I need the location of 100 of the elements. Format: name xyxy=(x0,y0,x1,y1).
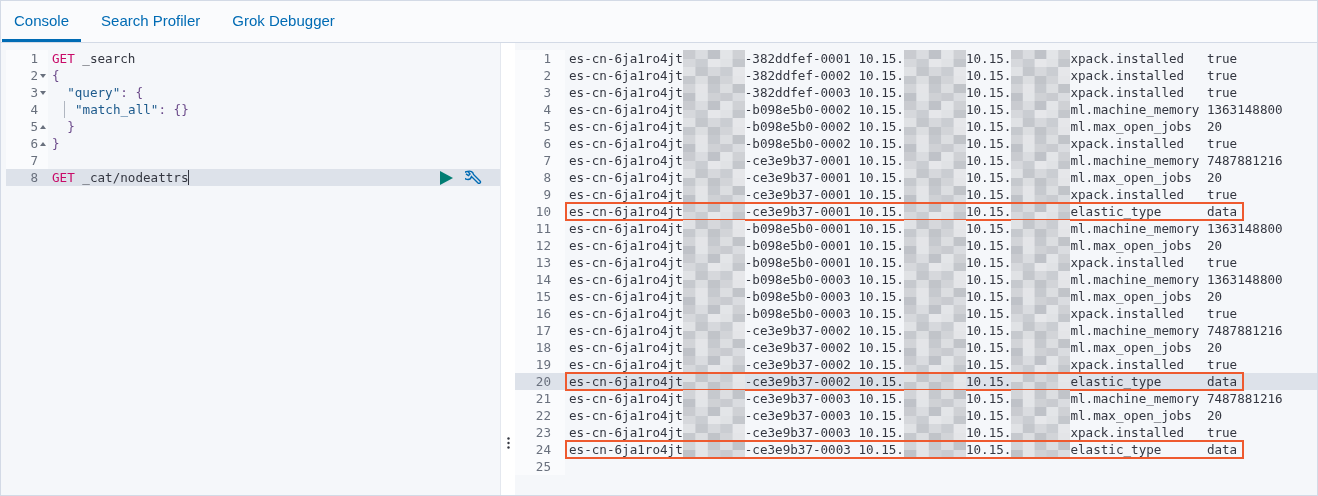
output-text: 10.15. xyxy=(965,119,1012,134)
output-text: ml.max_open_jobs xyxy=(1070,289,1193,304)
line-number: 4 xyxy=(29,102,38,117)
output-text: 10.15. xyxy=(858,442,904,457)
blurred-text-drawing xyxy=(682,50,745,67)
blurred-text-drawing xyxy=(1011,220,1071,237)
blurred-text-drawing xyxy=(682,84,745,101)
output-text: 20 xyxy=(1206,289,1223,304)
output-text: 10.15. xyxy=(965,68,1012,83)
output-text: 10.15. xyxy=(965,102,1012,117)
line-number: 17 xyxy=(535,323,551,338)
output-text: 7487881216 xyxy=(1206,323,1283,338)
output-text: -ce3e9b37-0003 xyxy=(744,442,852,457)
blurred-text-drawing xyxy=(1011,135,1071,152)
output-text: 10.15. xyxy=(858,170,904,185)
output-text: xpack.installed xyxy=(1070,51,1186,66)
output-text: 10.15. xyxy=(858,153,904,168)
output-text: 7487881216 xyxy=(1206,391,1283,406)
blurred-text-drawing xyxy=(903,84,966,101)
code-token: } xyxy=(52,136,60,151)
fold-caret-icon[interactable] xyxy=(39,71,47,80)
output-text: es-cn-6ja1ro4jt xyxy=(569,204,683,219)
output-text: es-cn-6ja1ro4jt xyxy=(569,136,683,151)
output-text: ml.machine_memory xyxy=(1070,323,1201,338)
line-number: 1 xyxy=(543,51,551,66)
output-text: xpack.installed xyxy=(1070,357,1186,372)
output-text: 1363148800 xyxy=(1206,221,1283,236)
output-text: es-cn-6ja1ro4jt xyxy=(569,374,683,389)
output-text: 10.15. xyxy=(858,187,904,202)
blurred-text-drawing xyxy=(903,152,966,169)
output-text: es-cn-6ja1ro4jt xyxy=(569,272,683,287)
output-text: es-cn-6ja1ro4jt xyxy=(569,255,683,270)
blurred-text-drawing xyxy=(1011,356,1071,373)
line-number: 4 xyxy=(543,102,551,117)
code-token: { xyxy=(52,68,60,83)
code-token: GET xyxy=(52,51,75,66)
output-text: ml.max_open_jobs xyxy=(1070,170,1193,185)
line-number: 18 xyxy=(535,340,551,355)
tab[interactable]: Search Profiler xyxy=(89,1,213,42)
line-number: 16 xyxy=(535,306,551,321)
blurred-text-drawing xyxy=(682,322,745,339)
line-number: 22 xyxy=(535,408,551,423)
blurred-text-drawing xyxy=(903,339,966,356)
resize-handle-icon[interactable] xyxy=(506,437,510,449)
tab[interactable]: Grok Debugger xyxy=(220,1,347,42)
run-icon[interactable] xyxy=(440,170,453,185)
blurred-text-drawing xyxy=(1011,407,1071,424)
blurred-text-drawing xyxy=(903,424,966,441)
blurred-text-drawing xyxy=(903,101,966,118)
blurred-text-drawing xyxy=(1011,441,1071,458)
blurred-text-drawing xyxy=(903,390,966,407)
output-text: ml.max_open_jobs xyxy=(1070,119,1193,134)
output-text: -b098e5b0-0003 xyxy=(744,306,852,321)
output-text: true xyxy=(1206,68,1238,83)
output-text: 10.15. xyxy=(965,136,1012,151)
blurred-text-drawing xyxy=(1011,305,1071,322)
output-text: 1363148800 xyxy=(1206,102,1283,117)
output-text: -ce3e9b37-0001 xyxy=(744,204,852,219)
line-number: 21 xyxy=(535,391,551,406)
output-text: 10.15. xyxy=(965,187,1012,202)
blurred-text-drawing xyxy=(903,135,966,152)
blurred-text-drawing xyxy=(903,407,966,424)
blurred-text-drawing xyxy=(682,220,745,237)
line-number: 11 xyxy=(535,221,551,236)
blurred-text-drawing xyxy=(1011,271,1071,288)
line-number: 7 xyxy=(543,153,551,168)
blurred-text-drawing xyxy=(903,186,966,203)
text-cursor xyxy=(188,170,190,185)
blurred-text-drawing xyxy=(682,67,745,84)
blurred-text-drawing xyxy=(903,322,966,339)
output-text: es-cn-6ja1ro4jt xyxy=(569,102,683,117)
line-number: 8 xyxy=(29,170,38,185)
blurred-text-drawing xyxy=(682,271,745,288)
blurred-text-drawing xyxy=(903,441,966,458)
blurred-text-drawing xyxy=(1011,390,1071,407)
output-text: es-cn-6ja1ro4jt xyxy=(569,289,683,304)
output-text: 10.15. xyxy=(858,357,904,372)
output-text: es-cn-6ja1ro4jt xyxy=(569,323,683,338)
output-text: -b098e5b0-0002 xyxy=(744,119,852,134)
output-text: es-cn-6ja1ro4jt xyxy=(569,187,683,202)
code-token: : {} xyxy=(158,102,189,117)
blurred-text-drawing xyxy=(1011,152,1071,169)
output-text: ml.machine_memory xyxy=(1070,102,1201,117)
output-text: 10.15. xyxy=(965,306,1012,321)
output-text: 10.15. xyxy=(858,51,904,66)
blurred-text-drawing xyxy=(682,424,745,441)
fold-caret-icon[interactable] xyxy=(39,88,47,97)
output-text: true xyxy=(1206,306,1238,321)
output-text: 20 xyxy=(1206,238,1223,253)
blurred-text-drawing xyxy=(903,356,966,373)
output-text: 10.15. xyxy=(965,289,1012,304)
output-text: 10.15. xyxy=(858,204,904,219)
wrench-icon[interactable] xyxy=(465,169,482,186)
blurred-text-drawing xyxy=(1011,67,1071,84)
output-text: 20 xyxy=(1206,170,1223,185)
blurred-text-drawing xyxy=(1011,186,1071,203)
line-number: 10 xyxy=(535,204,551,219)
output-text: xpack.installed xyxy=(1070,187,1186,202)
blurred-text-drawing xyxy=(1011,101,1071,118)
blurred-text-drawing xyxy=(1011,424,1071,441)
